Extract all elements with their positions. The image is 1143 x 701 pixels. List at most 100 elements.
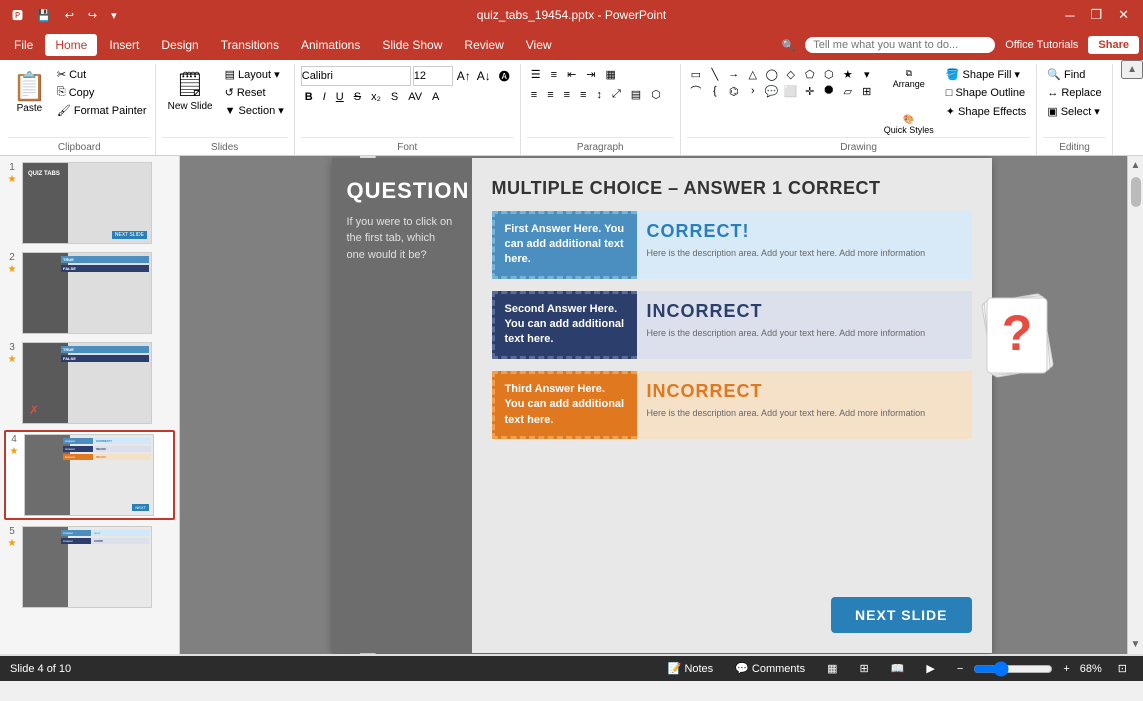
shape-arrow[interactable]: → <box>725 66 743 82</box>
shape-callout[interactable]: 💬 <box>763 83 781 99</box>
fit-slide-button[interactable]: ⊡ <box>1112 660 1133 677</box>
menu-transitions[interactable]: Transitions <box>211 34 289 56</box>
menu-animations[interactable]: Animations <box>291 34 370 56</box>
shape-fill-button[interactable]: 🪣 Shape Fill▾ <box>942 66 1031 83</box>
shape-parallelogram[interactable]: ▱ <box>839 83 857 99</box>
shape-diamond[interactable]: ◇ <box>782 66 800 82</box>
reset-button[interactable]: ↺ Reset <box>221 84 288 101</box>
align-center-button[interactable]: ≡ <box>543 87 557 103</box>
app-icon-button[interactable]: 🅿 <box>8 5 27 25</box>
strikethrough-button[interactable]: S <box>350 89 365 105</box>
right-scrollbar[interactable]: ▲ ▼ <box>1127 156 1143 654</box>
zoom-out-button[interactable]: − <box>951 661 969 677</box>
underline-button[interactable]: U <box>332 89 348 105</box>
slide-thumb-5[interactable]: 5 ★ Answer desc Answer CORR <box>4 524 175 610</box>
shape-more[interactable]: ▾ <box>858 66 876 82</box>
shape-star[interactable]: ★ <box>839 66 857 82</box>
notes-button[interactable]: 📝 Notes <box>662 660 719 677</box>
quick-styles-button[interactable]: 🎨 Quick Styles <box>880 112 938 137</box>
shape-outline-button[interactable]: □ Shape Outline <box>942 85 1031 101</box>
charspacing-button[interactable]: AV <box>404 89 426 105</box>
shape-rect[interactable]: ▭ <box>687 66 705 82</box>
restore-button[interactable]: ❐ <box>1084 5 1108 25</box>
menu-design[interactable]: Design <box>151 34 208 56</box>
right-scroll-up[interactable]: ▲ <box>1129 158 1143 173</box>
redo-button[interactable]: ↪ <box>84 7 101 24</box>
shape-curve[interactable]: ⌒ <box>687 83 705 99</box>
align-left-button[interactable]: ≡ <box>527 87 541 103</box>
shape-octagon[interactable]: ⯃ <box>820 83 838 99</box>
office-tutorials-link[interactable]: Office Tutorials <box>1005 39 1078 51</box>
align-text-button[interactable]: ▤ <box>627 86 645 103</box>
menu-review[interactable]: Review <box>454 34 513 56</box>
text-direction-button[interactable]: ⤢ <box>608 86 625 103</box>
increase-indent-button[interactable]: ⇥ <box>582 66 599 83</box>
shape-effects-button[interactable]: ✦ Shape Effects <box>942 103 1031 120</box>
ribbon-collapse-button[interactable]: ▲ <box>1121 60 1143 79</box>
shape-expand[interactable]: ⊞ <box>858 83 876 99</box>
right-scroll-down[interactable]: ▼ <box>1129 637 1143 652</box>
arrange-button[interactable]: ⧉ Arrange <box>880 66 938 91</box>
slide-thumb-4[interactable]: 4 ★ Answer CORRECT! Answer INCOR Answer … <box>4 430 175 520</box>
slide-sorter-button[interactable]: ⊞ <box>853 660 874 677</box>
zoom-slider[interactable] <box>973 661 1053 677</box>
shape-block[interactable]: ⬜ <box>782 83 800 99</box>
line-spacing-button[interactable]: ↕ <box>592 87 606 103</box>
menu-slideshow[interactable]: Slide Show <box>372 34 452 56</box>
justify-button[interactable]: ≡ <box>576 87 590 103</box>
increase-font-button[interactable]: A↑ <box>455 68 473 84</box>
shape-brace[interactable]: ⌬ <box>725 83 743 99</box>
shape-chevron[interactable]: › <box>744 83 762 99</box>
paste-button[interactable]: 📋 Paste <box>8 66 51 137</box>
font-family-input[interactable] <box>301 66 411 86</box>
save-button[interactable]: 💾 <box>33 7 55 24</box>
minimize-button[interactable]: ─ <box>1059 6 1080 25</box>
bullets-button[interactable]: ☰ <box>527 66 545 83</box>
right-scroll-thumb[interactable] <box>1131 177 1141 207</box>
slide-thumb-1[interactable]: 1 ★ QUIZ TABS NEXT SLIDE <box>4 160 175 246</box>
comments-button[interactable]: 💬 Comments <box>729 660 811 677</box>
slide-thumb-2[interactable]: 2 ★ TRUE FALSE <box>4 250 175 336</box>
select-button[interactable]: ▣ Select▾ <box>1043 103 1105 120</box>
shape-cross[interactable]: ✛ <box>801 83 819 99</box>
share-button[interactable]: Share <box>1088 36 1139 54</box>
shape-tri[interactable]: △ <box>744 66 762 82</box>
find-button[interactable]: 🔍 Find <box>1043 66 1105 83</box>
menu-file[interactable]: File <box>4 34 43 56</box>
decrease-font-button[interactable]: A↓ <box>475 68 493 84</box>
undo-button[interactable]: ↩ <box>61 7 78 24</box>
columns-button[interactable]: ▦ <box>602 66 620 83</box>
section-button[interactable]: ▼ Section▾ <box>221 102 288 119</box>
copy-button[interactable]: ⎘ Copy <box>53 84 151 101</box>
menu-view[interactable]: View <box>516 34 562 56</box>
shape-line[interactable]: ╲ <box>706 66 724 82</box>
format-painter-button[interactable]: 🖌 Format Painter <box>53 102 151 119</box>
bold-button[interactable]: B <box>301 89 317 105</box>
customize-qat-button[interactable]: ▾ <box>107 7 121 24</box>
slide-thumb-3[interactable]: 3 ★ TRUE FALSE ✗ <box>4 340 175 426</box>
replace-button[interactable]: ↔ Replace <box>1043 85 1105 101</box>
menu-insert[interactable]: Insert <box>99 34 149 56</box>
font-color-button[interactable]: A <box>428 89 443 105</box>
reading-view-button[interactable]: 📖 <box>885 660 911 677</box>
align-right-button[interactable]: ≡ <box>560 87 574 103</box>
menu-home[interactable]: Home <box>45 34 97 56</box>
next-slide-button[interactable]: NEXT SLIDE <box>831 597 971 633</box>
new-slide-button[interactable]: 🗒 New Slide <box>162 66 219 116</box>
font-size-input[interactable] <box>413 66 453 86</box>
tell-me-input[interactable] <box>805 37 995 53</box>
answer-box-3[interactable]: Third Answer Here. You can add additiona… <box>492 371 637 439</box>
shape-hex[interactable]: ⬡ <box>820 66 838 82</box>
answer-box-2[interactable]: Second Answer Here. You can add addition… <box>492 291 637 359</box>
layout-button[interactable]: ▤ Layout▾ <box>221 66 288 83</box>
subscript-button[interactable]: x₂ <box>367 89 385 105</box>
close-button[interactable]: ✕ <box>1112 5 1135 25</box>
zoom-in-button[interactable]: + <box>1057 661 1075 677</box>
shape-bracket[interactable]: { <box>706 83 724 99</box>
cut-button[interactable]: ✂ Cut <box>53 66 151 83</box>
decrease-indent-button[interactable]: ⇤ <box>563 66 580 83</box>
smartart-button[interactable]: ⬡ <box>647 86 665 103</box>
answer-box-1[interactable]: First Answer Here. You can add additiona… <box>492 211 637 279</box>
clear-format-button[interactable]: 🅐 <box>495 66 514 86</box>
shape-circle[interactable]: ◯ <box>763 66 781 82</box>
